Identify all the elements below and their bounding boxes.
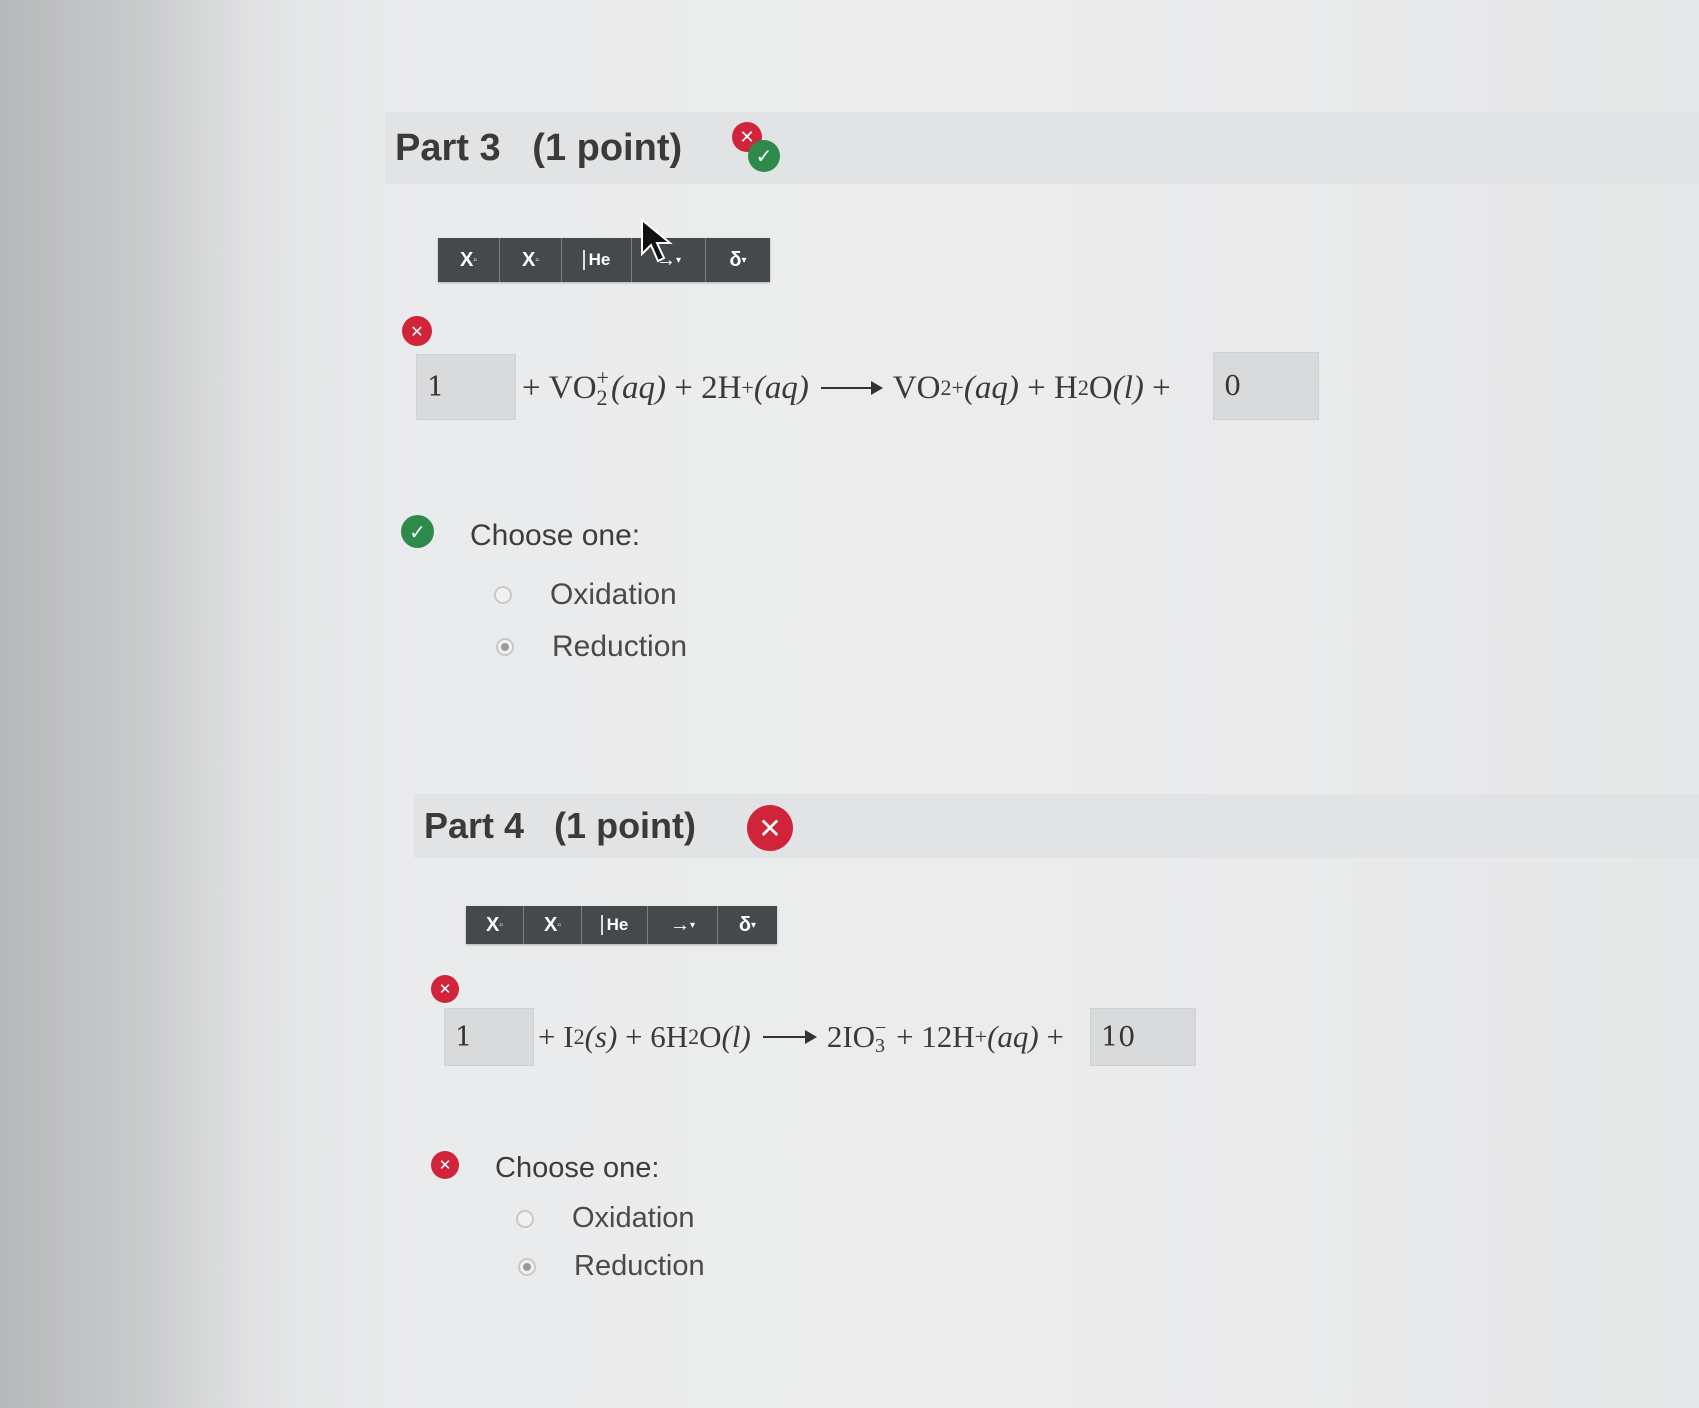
- mouse-cursor-icon: [641, 218, 673, 263]
- dropdown-caret-icon: ▾: [675, 254, 682, 266]
- arrow-button[interactable]: → ▾: [648, 906, 718, 944]
- part3-left-coefficient-input[interactable]: 1: [416, 354, 516, 420]
- part3-toolbar: X ▫ X ▫ He → ▾ δ ▾: [438, 238, 770, 282]
- part4-option-reduction[interactable]: Reduction: [518, 1250, 705, 1283]
- reaction-arrow-icon: [762, 1030, 817, 1044]
- element-button[interactable]: He: [582, 906, 648, 944]
- part4-toolbar: X ▫ X ▫ He → ▾ δ ▾: [466, 906, 777, 944]
- radio-button-selected[interactable]: [496, 638, 514, 656]
- radio-button[interactable]: [494, 586, 512, 604]
- part3-option-reduction[interactable]: Reduction: [496, 630, 687, 664]
- part4-left-coefficient-input[interactable]: 1: [444, 1008, 534, 1066]
- subscript-button[interactable]: X ▫: [500, 238, 562, 282]
- reaction-arrow-icon: [820, 381, 883, 395]
- part4-right-coefficient-input[interactable]: 10: [1090, 1008, 1196, 1066]
- dropdown-caret-icon: ▾: [689, 919, 696, 931]
- background-shade: [0, 0, 300, 1408]
- part3-right-coefficient-input[interactable]: 0: [1213, 352, 1319, 420]
- element-button[interactable]: He: [562, 238, 632, 282]
- dropdown-caret-icon: ▾: [741, 254, 747, 266]
- radio-button[interactable]: [516, 1209, 534, 1228]
- part4-equation: + I 2 (s) + 6H 2 O (l) 2IO −3 + 12H + (aq) +: [538, 1017, 1064, 1057]
- part3-equation: + VO +2 (aq) + 2H + (aq) VO 2+ (aq) + H 2 O (l) +: [522, 365, 1171, 410]
- correct-icon: ✓: [748, 140, 780, 172]
- part4-choose-label: Choose one:: [495, 1152, 660, 1184]
- part4-incorrect-icon: ✕: [747, 805, 793, 851]
- part3-title: Part 3 (1 point): [395, 126, 683, 169]
- superscript-button[interactable]: X ▫: [438, 238, 500, 282]
- subscript-button[interactable]: X ▫: [524, 906, 582, 944]
- dropdown-caret-icon: ▾: [751, 919, 757, 931]
- part4-title: Part 4 (1 point): [424, 805, 697, 846]
- delta-button[interactable]: δ ▾: [706, 238, 770, 282]
- radio-button-selected[interactable]: [518, 1257, 536, 1276]
- part4-option-oxidation[interactable]: Oxidation: [516, 1202, 695, 1235]
- part3-header: Part 3 (1 point): [385, 112, 1699, 184]
- equation-incorrect-icon: ✕: [431, 975, 459, 1003]
- equation-incorrect-icon: ✕: [402, 316, 432, 346]
- delta-button[interactable]: δ ▾: [718, 906, 777, 944]
- superscript-button[interactable]: X ▫: [466, 906, 524, 944]
- part4-header: Part 4 (1 point): [414, 794, 1699, 858]
- part3-status-icon: ✕ ✓: [732, 122, 784, 174]
- choice-correct-icon: ✓: [401, 515, 434, 548]
- choice-incorrect-icon: ✕: [431, 1151, 459, 1179]
- part3-choose-label: Choose one:: [470, 519, 641, 552]
- part3-option-oxidation[interactable]: Oxidation: [494, 578, 677, 612]
